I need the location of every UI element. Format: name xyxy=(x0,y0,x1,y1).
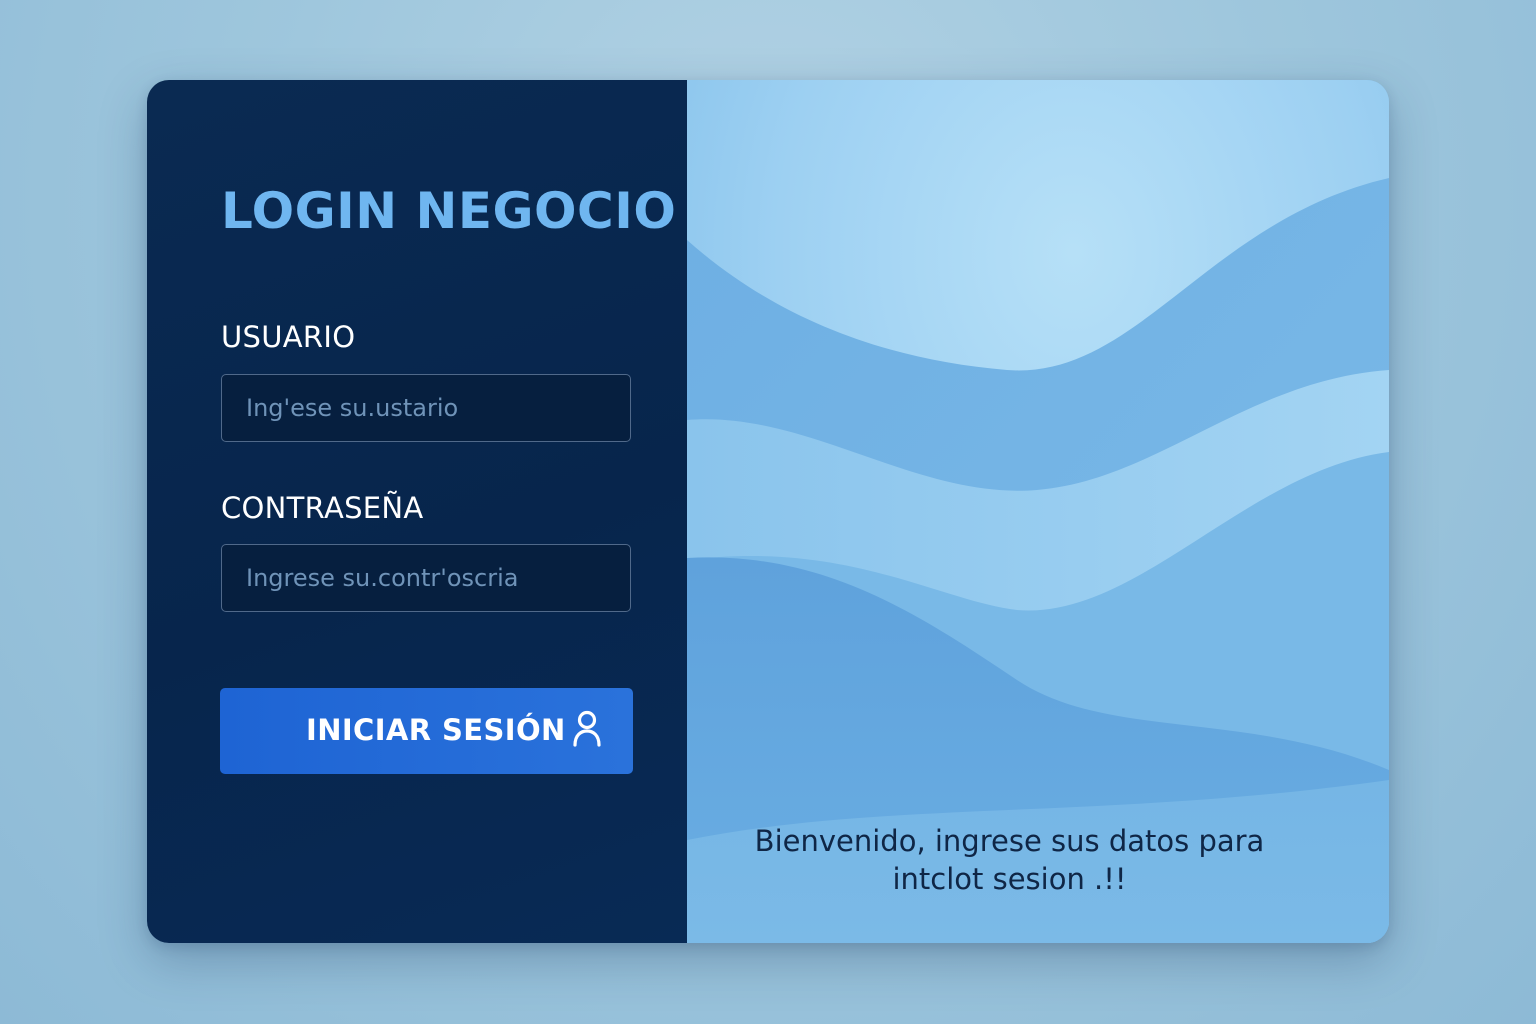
user-icon xyxy=(573,710,601,747)
password-label: CONTRASEÑA xyxy=(221,491,424,525)
welcome-line-1: Bienvenido, ingrese sus datos para xyxy=(754,824,1265,858)
wave-background xyxy=(687,80,1389,943)
welcome-message: Bienvenido, ingrese sus datos para intcl… xyxy=(687,822,1332,898)
username-label: USUARIO xyxy=(221,320,356,354)
username-input[interactable] xyxy=(221,374,631,442)
welcome-line-2: intclot sesion .!! xyxy=(892,862,1127,896)
login-card: LOGIN NEGOCIO USUARIO CONTRASEÑA INICIAR… xyxy=(147,80,1389,943)
password-input[interactable] xyxy=(221,544,631,612)
login-form-panel: LOGIN NEGOCIO USUARIO CONTRASEÑA INICIAR… xyxy=(147,80,687,943)
welcome-panel: Bienvenido, ingrese sus datos para intcl… xyxy=(687,80,1389,943)
login-button-label: INICIAR SESIÓN xyxy=(306,713,566,747)
login-button[interactable]: INICIAR SESIÓN xyxy=(220,688,633,774)
page-title: LOGIN NEGOCIO xyxy=(221,182,677,240)
